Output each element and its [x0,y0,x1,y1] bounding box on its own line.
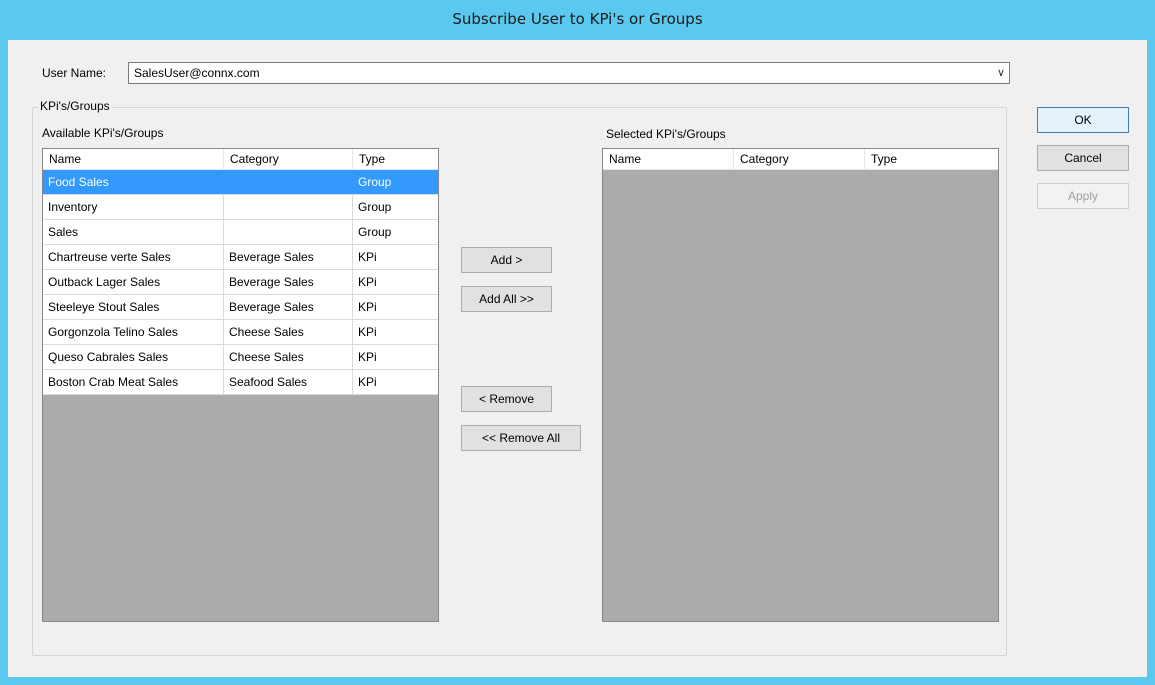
cell-category: Cheese Sales [224,345,353,369]
user-name-value: SalesUser@connx.com [134,66,260,80]
cell-type: Group [358,225,392,239]
selected-label: Selected KPi's/Groups [606,127,726,141]
cell-category: Beverage Sales [224,270,353,294]
cell-name: Boston Crab Meat Sales [43,370,224,394]
column-header-name[interactable]: Name [603,149,734,169]
cell-name: Food Sales [43,170,224,194]
table-row[interactable]: Outback Lager Sales Beverage Sales KPi [43,270,438,295]
cell-type: KPi [358,325,377,339]
ok-button[interactable]: OK [1037,107,1129,133]
cell-type: Group [358,175,392,189]
column-header-category[interactable]: Category [734,149,865,169]
cell-name: Gorgonzola Telino Sales [43,320,224,344]
cell-category [224,170,353,194]
remove-all-button[interactable]: << Remove All [461,425,581,451]
dialog-body: User Name: SalesUser@connx.com ∨ KPi's/G… [8,40,1147,677]
cell-name: Sales [43,220,224,244]
cell-name: Inventory [43,195,224,219]
table-row[interactable]: Gorgonzola Telino Sales Cheese Sales KPi [43,320,438,345]
cell-category: Beverage Sales [224,245,353,269]
table-row[interactable]: Steeleye Stout Sales Beverage Sales KPi [43,295,438,320]
cell-name: Chartreuse verte Sales [43,245,224,269]
table-row[interactable]: Boston Crab Meat Sales Seafood Sales KPi [43,370,438,395]
cancel-button[interactable]: Cancel [1037,145,1129,171]
column-header-type[interactable]: Type [353,149,438,169]
column-header-category[interactable]: Category [224,149,353,169]
chevron-down-icon[interactable]: ∨ [997,66,1005,79]
column-header-name[interactable]: Name [43,149,224,169]
kpi-groups-title: KPi's/Groups [38,99,112,113]
table-row[interactable]: Queso Cabrales Sales Cheese Sales KPi [43,345,438,370]
available-label: Available KPi's/Groups [42,126,164,140]
available-list[interactable]: Name Category Type Food Sales Group Invent… [42,148,439,622]
cell-category: Seafood Sales [224,370,353,394]
table-row[interactable]: Inventory Group [43,195,438,220]
user-name-combo[interactable]: SalesUser@connx.com ∨ [128,62,1010,84]
cell-category [224,195,353,219]
cell-type: KPi [358,275,377,289]
available-list-header: Name Category Type [43,149,438,170]
cell-category: Cheese Sales [224,320,353,344]
window-title: Subscribe User to KPi's or Groups [452,10,703,28]
table-row[interactable]: Chartreuse verte Sales Beverage Sales KPi [43,245,438,270]
add-all-button[interactable]: Add All >> [461,286,552,312]
selected-list[interactable]: Name Category Type [602,148,999,622]
cell-category [224,220,353,244]
table-row[interactable]: Food Sales Group [43,170,438,195]
user-name-label: User Name: [42,66,107,80]
cell-type: Group [358,200,392,214]
column-header-type[interactable]: Type [865,149,998,169]
cell-type: KPi [358,350,377,364]
cell-type: KPi [358,300,377,314]
cell-name: Steeleye Stout Sales [43,295,224,319]
table-row[interactable]: Sales Group [43,220,438,245]
remove-button[interactable]: < Remove [461,386,552,412]
cell-type: KPi [358,250,377,264]
cell-name: Queso Cabrales Sales [43,345,224,369]
cell-name: Outback Lager Sales [43,270,224,294]
add-button[interactable]: Add > [461,247,552,273]
apply-button[interactable]: Apply [1037,183,1129,209]
selected-list-header: Name Category Type [603,149,998,170]
cell-type: KPi [358,375,377,389]
cell-category: Beverage Sales [224,295,353,319]
